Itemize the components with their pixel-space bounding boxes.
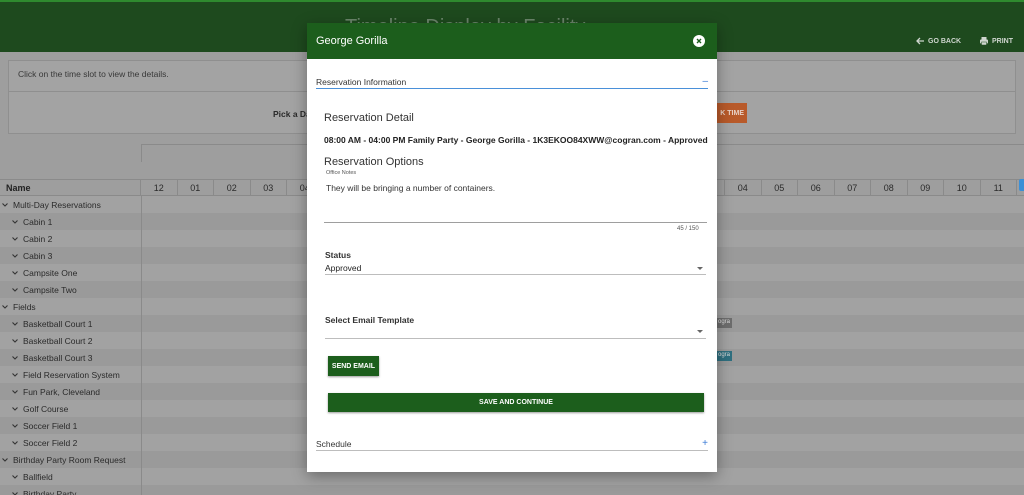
facility-label: Birthday Party Room Request (13, 454, 126, 465)
hour-cell: 12 (141, 180, 178, 195)
facility-label: Basketball Court 2 (23, 335, 93, 346)
chevron-down-icon[interactable] (11, 269, 19, 277)
facility-label: Multi-Day Reservations (13, 199, 101, 210)
chevron-down-icon[interactable] (11, 405, 19, 413)
chevron-down-icon (697, 266, 703, 270)
status-value: Approved (325, 263, 362, 273)
schedule-section[interactable]: Schedule + (316, 437, 708, 451)
hour-cell: 04 (725, 180, 762, 195)
facility-label: Fields (13, 301, 36, 312)
facility-label: Fun Park, Cleveland (23, 386, 101, 397)
email-template-label: Select Email Template (325, 315, 415, 325)
status-label: Status (325, 250, 351, 260)
arrow-left-icon (916, 37, 924, 45)
office-notes-underline (324, 222, 707, 223)
reservation-detail-heading: Reservation Detail (324, 112, 414, 124)
reservation-information-section[interactable]: Reservation Information – (316, 75, 708, 89)
facility-label: Basketball Court 1 (23, 318, 93, 329)
hour-cell: 09 (908, 180, 944, 195)
facility-label: Ballfield (23, 471, 53, 482)
hint-text: Click on the time slot to view the detai… (18, 69, 169, 79)
facility-label: Cabin 3 (23, 250, 53, 261)
status-select[interactable]: Approved (325, 262, 706, 275)
facility-label: Campsite Two (23, 284, 77, 295)
reservation-chip[interactable]: ogra (716, 351, 733, 361)
chevron-down-icon[interactable] (11, 473, 19, 481)
chevron-down-icon[interactable] (11, 371, 19, 379)
facility-row[interactable]: Birthday Party (0, 485, 1024, 495)
name-column-header: Name (0, 180, 141, 195)
facility-label: Campsite One (23, 267, 78, 278)
hour-cell: 10 (944, 180, 981, 195)
hour-cell: 06 (798, 180, 835, 195)
reservation-detail-text: 08:00 AM - 04:00 PM Family Party - Georg… (324, 135, 708, 145)
modal-header: George Gorilla (307, 23, 717, 59)
facility-label: Cabin 1 (23, 216, 53, 227)
character-counter: 45 / 150 (677, 226, 699, 232)
send-email-button[interactable]: SEND EMAIL (328, 356, 379, 376)
section-label: Reservation Information (316, 76, 407, 87)
hour-cell: 07 (835, 180, 871, 195)
chevron-down-icon (697, 330, 703, 333)
hour-cell: 03 (251, 180, 287, 195)
section-label: Schedule (316, 438, 352, 449)
hour-cell: 02 (214, 180, 251, 195)
close-button[interactable] (693, 35, 705, 47)
chevron-down-icon[interactable] (11, 354, 19, 362)
facility-label: Field Reservation System (23, 369, 120, 380)
save-and-continue-button[interactable]: SAVE AND CONTINUE (328, 393, 704, 412)
reservation-options-heading: Reservation Options (324, 156, 424, 168)
facility-label: Soccer Field 1 (23, 420, 78, 431)
chevron-down-icon[interactable] (1, 456, 9, 464)
chevron-down-icon[interactable] (11, 235, 19, 243)
print-button[interactable]: PRINT (979, 36, 1013, 46)
go-back-button[interactable]: GO BACK (915, 36, 961, 46)
chevron-down-icon[interactable] (1, 303, 9, 311)
hour-cell: 08 (871, 180, 908, 195)
chevron-down-icon[interactable] (11, 320, 19, 328)
facility-label: Cabin 2 (23, 233, 53, 244)
name-column-divider (141, 196, 142, 495)
email-template-select[interactable] (325, 325, 706, 339)
pick-date-label: Pick a Da (273, 109, 311, 119)
chevron-down-icon[interactable] (11, 286, 19, 294)
chevron-down-icon[interactable] (11, 337, 19, 345)
chevron-down-icon[interactable] (11, 439, 19, 447)
facility-label: Golf Course (23, 403, 69, 414)
print-label: PRINT (992, 37, 1013, 45)
chevron-down-icon[interactable] (11, 388, 19, 396)
expand-icon[interactable]: + (702, 438, 708, 449)
reservation-modal: George Gorilla Reservation Information –… (307, 23, 717, 472)
chevron-down-icon[interactable] (11, 252, 19, 260)
chevron-down-icon[interactable] (11, 218, 19, 226)
hour-cell: 11 (981, 180, 1017, 195)
close-icon (696, 38, 702, 44)
facility-label: Birthday Party (23, 488, 77, 495)
office-notes-textarea[interactable]: They will be bringing a number of contai… (326, 183, 707, 193)
printer-icon (980, 37, 988, 46)
hour-cell: 01 (178, 180, 214, 195)
reservation-chip[interactable]: ogra (716, 318, 733, 328)
chevron-down-icon[interactable] (1, 201, 9, 209)
collapse-icon[interactable]: – (702, 76, 708, 87)
go-back-label: GO BACK (928, 37, 962, 45)
facility-label: Soccer Field 2 (23, 437, 78, 448)
chevron-down-icon[interactable] (11, 422, 19, 430)
modal-title: George Gorilla (316, 35, 388, 47)
facility-label: Basketball Court 3 (23, 352, 93, 363)
hour-cell: 05 (762, 180, 798, 195)
office-notes-label: Office Notes (326, 170, 357, 176)
chevron-down-icon[interactable] (11, 490, 19, 495)
timeline-scroll-handle[interactable] (1019, 179, 1024, 191)
